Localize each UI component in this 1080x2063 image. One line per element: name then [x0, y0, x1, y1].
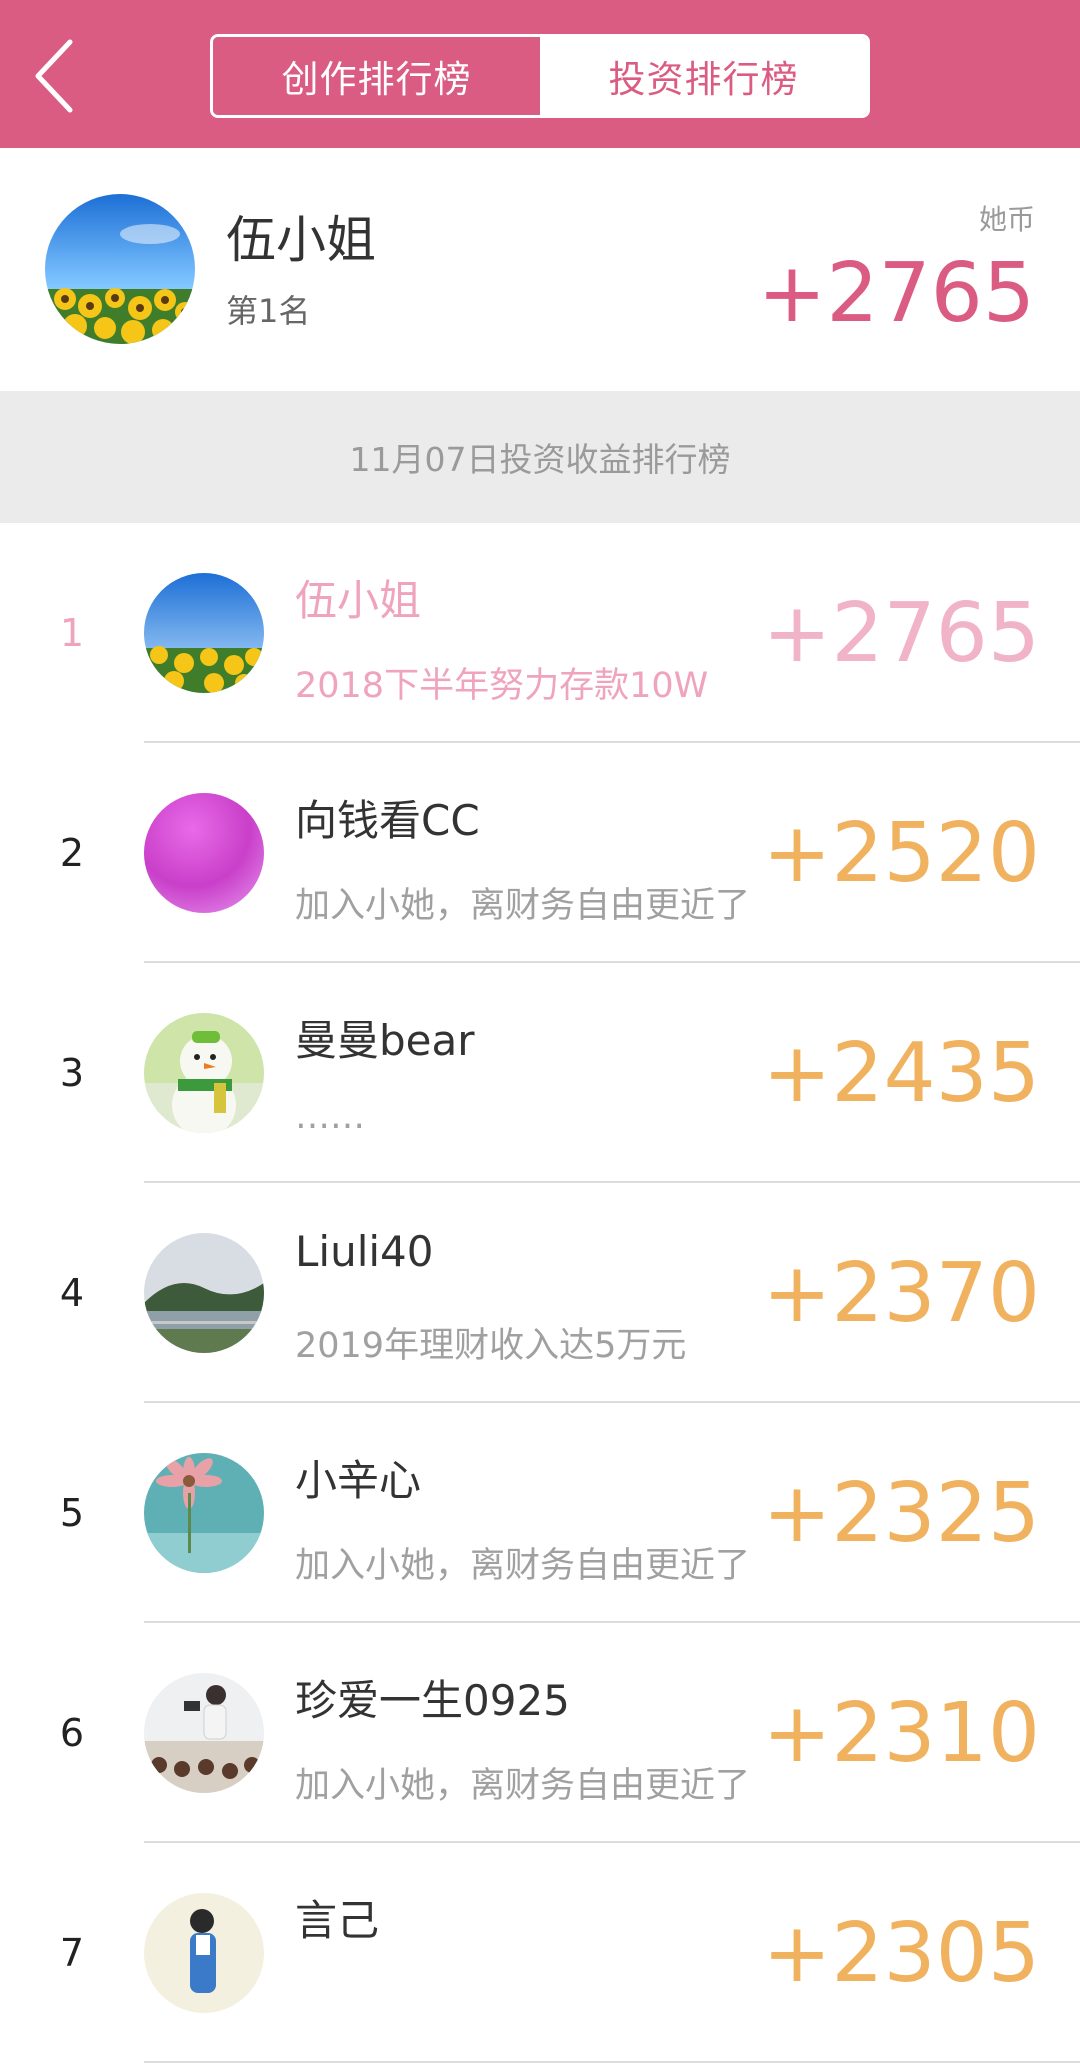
avatar[interactable]	[144, 793, 264, 913]
user-score: +2325	[762, 1465, 1040, 1561]
user-name: 珍爱一生0925	[295, 1676, 570, 1725]
rank-number: 3	[59, 1051, 85, 1095]
user-score: +2765	[762, 585, 1040, 681]
my-rank: 第1名	[226, 292, 311, 330]
user-score: +2305	[762, 1905, 1040, 2001]
user-name: Liuli40	[295, 1227, 434, 1276]
list-item[interactable]: 7 言己 +2305	[0, 1843, 1080, 2063]
rank-number: 2	[59, 831, 85, 875]
user-score: +2520	[762, 805, 1040, 901]
user-name: 伍小姐	[295, 576, 422, 625]
tab-creation-ranking[interactable]: 创作排行榜	[213, 37, 540, 115]
avatar[interactable]	[144, 1893, 264, 2013]
user-score: +2310	[762, 1685, 1040, 1781]
list-item[interactable]: 5 小辛心 加入小她，离财务自由更近了 +2325	[0, 1403, 1080, 1623]
chevron-left-icon	[35, 39, 73, 113]
list-item[interactable]: 6 珍爱一生0925 加入小她，离财务自由更近了 +2310	[0, 1623, 1080, 1843]
rank-number: 6	[59, 1711, 85, 1755]
rank-number: 4	[59, 1271, 85, 1315]
user-score: +2370	[762, 1245, 1040, 1341]
user-name: 向钱看CC	[295, 796, 480, 845]
user-motto: 加入小她，离财务自由更近了	[295, 1546, 751, 1586]
user-name: 曼曼bear	[295, 1016, 475, 1065]
user-motto: 2018下半年努力存款10W	[295, 666, 709, 706]
list-item[interactable]: 4 Liuli40 2019年理财收入达5万元 +2370	[0, 1183, 1080, 1403]
back-button[interactable]	[28, 36, 88, 116]
my-ranking-card[interactable]: 伍小姐 第1名 她币 +2765	[0, 148, 1080, 391]
avatar[interactable]	[45, 194, 195, 344]
currency-label: 她币	[978, 203, 1035, 236]
tab-investment-ranking[interactable]: 投资排行榜	[540, 37, 867, 115]
avatar[interactable]	[144, 1673, 264, 1793]
ranking-list: 1 伍小姐 2018下半年努力存款10W +2765 2 向钱看CC 加入小她，…	[0, 523, 1080, 2063]
user-score: +2435	[762, 1025, 1040, 1121]
rank-number: 7	[59, 1931, 85, 1975]
user-motto: ……	[295, 1097, 365, 1137]
my-name: 伍小姐	[226, 211, 376, 269]
avatar[interactable]	[144, 1013, 264, 1133]
user-name: 小辛心	[295, 1456, 422, 1505]
ranking-tabs: 创作排行榜 投资排行榜	[210, 34, 870, 118]
user-name: 言己	[295, 1896, 380, 1945]
user-motto: 加入小她，离财务自由更近了	[295, 1766, 751, 1806]
top-bar: 创作排行榜 投资排行榜	[0, 0, 1080, 148]
user-motto: 加入小她，离财务自由更近了	[295, 886, 751, 926]
list-item[interactable]: 1 伍小姐 2018下半年努力存款10W +2765	[0, 523, 1080, 743]
avatar[interactable]	[144, 573, 264, 693]
rank-number: 1	[59, 611, 85, 655]
rank-number: 5	[59, 1491, 85, 1535]
avatar[interactable]	[144, 1233, 264, 1353]
avatar[interactable]	[144, 1453, 264, 1573]
list-item[interactable]: 2 向钱看CC 加入小她，离财务自由更近了 +2520	[0, 743, 1080, 963]
list-item[interactable]: 3 曼曼bear …… +2435	[0, 963, 1080, 1183]
user-motto: 2019年理财收入达5万元	[295, 1326, 687, 1366]
my-score: +2765	[757, 246, 1035, 341]
section-title: 11月07日投资收益排行榜	[0, 391, 1080, 523]
